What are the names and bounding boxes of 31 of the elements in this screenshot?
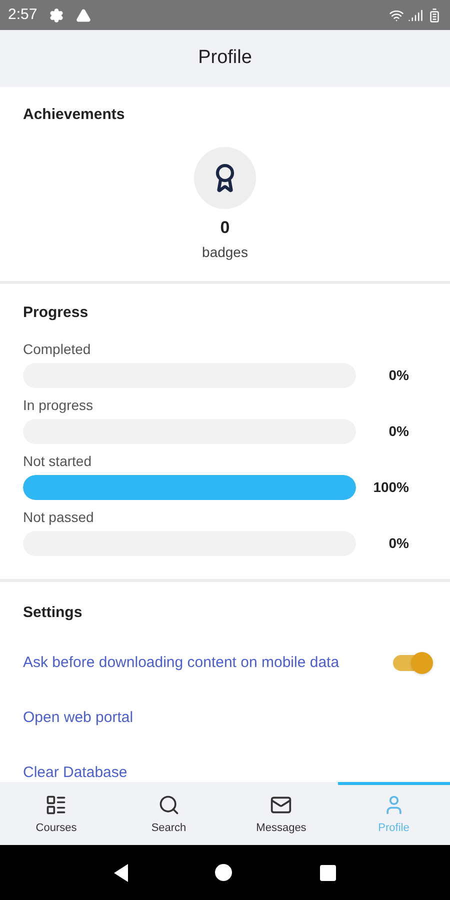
setting-label: Ask before downloading content on mobile data bbox=[23, 652, 340, 673]
list-icon bbox=[45, 794, 68, 816]
wifi-icon bbox=[389, 8, 404, 22]
progress-label: Not started bbox=[23, 452, 92, 470]
back-icon[interactable] bbox=[114, 864, 128, 882]
settings-link[interactable]: Open web portal bbox=[23, 709, 134, 726]
progress-label: Not passed bbox=[23, 508, 95, 527]
progress-label: In progress bbox=[23, 396, 94, 415]
progress-percent: 0% bbox=[388, 422, 410, 440]
section-title: Progress bbox=[23, 303, 90, 323]
settings-link[interactable]: Clear Database bbox=[23, 764, 128, 781]
nav-tab[interactable]: Messages bbox=[225, 782, 338, 845]
home-icon[interactable] bbox=[215, 864, 232, 881]
nav-tab[interactable]: Search bbox=[112, 782, 225, 845]
progress-label: Completed bbox=[23, 340, 92, 359]
settings-icon bbox=[49, 8, 64, 22]
progress-percent: 0% bbox=[388, 534, 410, 552]
badge-unit: badges bbox=[202, 243, 248, 262]
nav-tab[interactable]: Courses bbox=[0, 782, 112, 845]
battery-icon bbox=[427, 8, 442, 22]
section-title: Achievements bbox=[23, 105, 126, 125]
status-time: 2:57 bbox=[8, 4, 38, 25]
badge-count: 0 bbox=[220, 216, 230, 238]
progress-percent: 100% bbox=[372, 478, 410, 496]
progress-percent: 0% bbox=[388, 366, 410, 384]
page-title: Profile bbox=[198, 46, 252, 70]
search-icon bbox=[158, 794, 180, 816]
section-title: Settings bbox=[23, 602, 84, 622]
recents-icon[interactable] bbox=[320, 864, 336, 880]
warning-icon bbox=[76, 8, 92, 22]
signal-icon bbox=[408, 8, 423, 22]
